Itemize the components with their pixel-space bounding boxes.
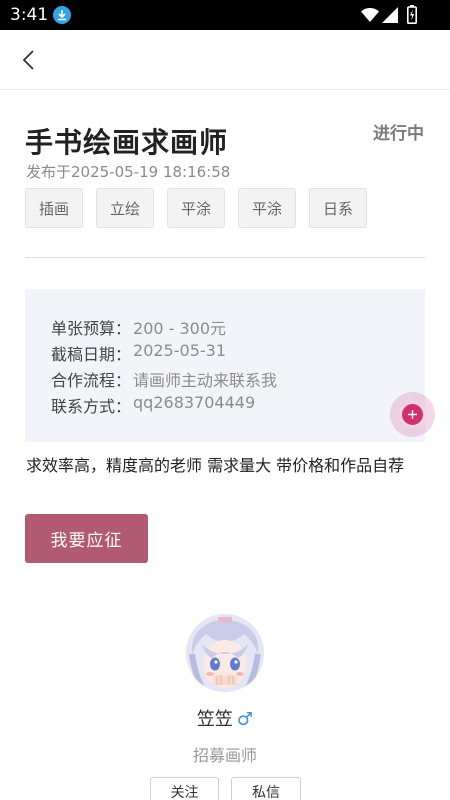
message-button[interactable]: 私信 [231,777,301,800]
contact-row: 联系方式： qq2683704449 [51,393,255,417]
details-panel: 单张预算： 200 - 300元 截稿日期： 2025-05-31 合作流程： … [25,289,425,442]
tag-item: 插画 [25,188,83,228]
detail-label: 截稿日期： [51,345,132,364]
detail-label: 联系方式： [51,397,132,416]
status-bar: 3:41 [0,0,450,30]
post-title: 手书绘画求画师 [25,126,229,159]
follow-button[interactable]: 关注 [150,777,219,800]
deadline-row: 截稿日期： 2025-05-31 [51,341,226,365]
tag-item: 平涂 [167,188,225,228]
plus-icon [399,401,426,428]
male-icon: ♂ [236,709,254,730]
detail-value: 请画师主动来联系我 [133,371,278,390]
avatar[interactable] [186,614,264,692]
detail-label: 合作流程： [51,371,132,390]
top-toolbar [0,30,450,90]
detail-value: qq2683704449 [133,393,256,412]
signal-icon [382,7,398,27]
detail-label: 单张预算： [51,319,132,338]
author-name: 笠笠 ♂ [0,705,450,731]
avatar-image [186,614,264,692]
status-badge: 进行中 [373,124,424,144]
status-time: 3:41 [10,5,49,25]
wifi-icon [361,7,379,26]
budget-row: 单张预算： 200 - 300元 [51,315,226,339]
download-icon [53,6,71,24]
author-role: 招募画师 [192,746,257,765]
chevron-left-icon [22,50,34,70]
detail-value: 2025-05-31 [133,341,226,360]
battery-icon [407,5,417,28]
tag-item: 立绘 [96,188,154,228]
publish-time: 发布于2025-05-19 18:16:58 [26,163,231,181]
tag-list: 插画 立绘 平涂 平涂 日系 [25,188,367,228]
detail-value: 200 - 300元 [133,319,227,338]
post-description: 求效率高，精度高的老师 需求量大 带价格和作品自荐 [26,456,405,475]
divider [25,257,425,258]
tag-item: 日系 [309,188,367,228]
back-button[interactable] [14,46,44,76]
process-row: 合作流程： 请画师主动来联系我 [51,367,277,391]
tag-item: 平涂 [238,188,296,228]
apply-button[interactable]: 我要应征 [25,514,148,563]
author-name-text: 笠笠 [196,709,233,730]
floating-add-button[interactable] [390,392,435,437]
